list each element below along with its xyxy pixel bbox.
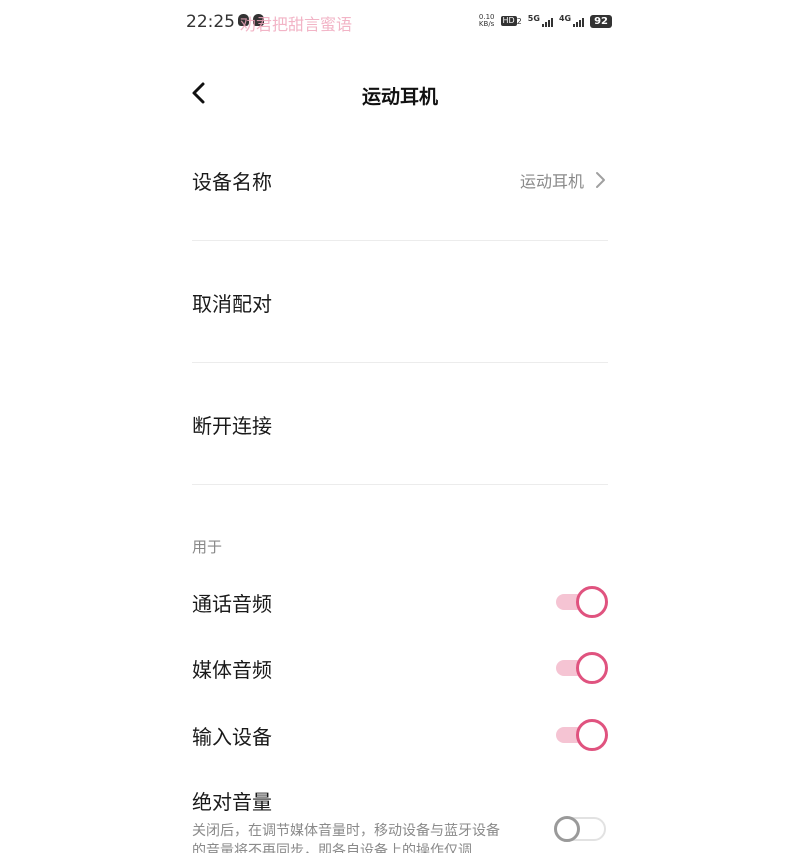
call-audio-toggle[interactable] xyxy=(554,585,608,619)
battery-icon: 92 xyxy=(590,14,612,28)
call-audio-label: 通话音频 xyxy=(192,591,272,616)
unpair-label: 取消配对 xyxy=(192,292,272,316)
disconnect-button[interactable]: 断开连接 xyxy=(192,410,608,442)
absolute-volume-row: 绝对音量 关闭后，在调节媒体音量时，移动设备与蓝牙设备的音量将不再同步，即各自设… xyxy=(192,786,608,853)
chevron-right-icon xyxy=(596,172,605,188)
signal-5g-icon: 5G xyxy=(528,15,553,27)
device-name-label: 设备名称 xyxy=(192,169,272,194)
page-title: 运动耳机 xyxy=(361,86,438,108)
media-audio-toggle[interactable] xyxy=(554,651,608,685)
status-time: 22:25 xyxy=(186,12,235,32)
status-bar: 22:25 劝君把甜言蜜语 0.10 KB/s HD 2 5G 4G 92 xyxy=(0,0,800,44)
media-audio-row: 媒体音频 xyxy=(192,651,608,685)
header: 运动耳机 xyxy=(0,70,800,118)
disconnect-label: 断开连接 xyxy=(192,414,272,438)
signal-4g-icon: 4G xyxy=(559,15,585,27)
absolute-volume-label: 绝对音量 xyxy=(192,790,272,814)
section-header-used-for: 用于 xyxy=(192,538,223,556)
input-device-row: 输入设备 xyxy=(192,718,608,752)
device-name-value-group: 运动耳机 xyxy=(520,168,608,192)
absolute-volume-description: 关闭后，在调节媒体音量时，移动设备与蓝牙设备的音量将不再同步，即各自设备上的操作… xyxy=(192,823,500,853)
call-audio-row: 通话音频 xyxy=(192,585,608,619)
hd-voice-icon: HD xyxy=(500,16,517,26)
absolute-volume-toggle[interactable] xyxy=(554,812,608,846)
unpair-button[interactable]: 取消配对 xyxy=(192,288,608,320)
device-name-value: 运动耳机 xyxy=(519,172,584,191)
divider xyxy=(192,362,608,363)
network-speed: 0.10 KB/s xyxy=(478,13,495,28)
input-device-toggle[interactable] xyxy=(554,718,608,752)
device-name-row[interactable]: 设备名称 运动耳机 xyxy=(192,160,608,200)
media-audio-label: 媒体音频 xyxy=(192,657,272,682)
divider xyxy=(192,484,608,485)
divider xyxy=(192,240,608,241)
input-device-label: 输入设备 xyxy=(192,724,272,749)
status-indicators: 0.10 KB/s HD 2 5G 4G 92 xyxy=(479,14,612,28)
watermark: 劝君把甜言蜜语 xyxy=(240,15,353,34)
